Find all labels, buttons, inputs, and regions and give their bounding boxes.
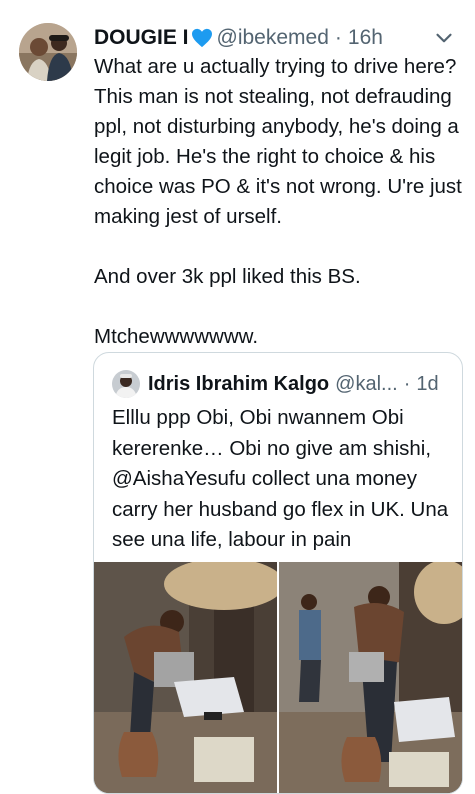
quoted-timestamp: 1d [416,372,439,395]
quoted-author-name: Idris Ibrahim Kalgo [148,372,330,395]
quoted-photo-2[interactable] [279,562,462,793]
author-avatar[interactable] [19,23,77,81]
quoted-tweet[interactable]: Idris Ibrahim Kalgo @kal... · 1d Elllu p… [93,352,463,794]
quoted-tweet-header: Idris Ibrahim Kalgo @kal... · 1d [112,367,452,401]
quoted-tweet-text: Elllu ppp Obi, Obi nwannem Obi kererenke… [112,406,449,551]
tweet[interactable]: DOUGIE I @ibekemed · 16h What are u actu… [0,0,475,794]
quoted-media-grid [94,562,462,793]
quoted-photo-1[interactable] [94,562,277,793]
tweet-text: What are u actually trying to drive here… [94,55,462,348]
separator-dot: · [334,26,342,49]
quoted-author-handle: @kal... [335,372,398,395]
author-handle[interactable]: @ibekemed [217,26,329,50]
tweet-header: DOUGIE I @ibekemed · 16h [94,23,465,53]
blue-heart-icon [191,28,212,48]
quoted-author-avatar [112,370,140,398]
separator-dot: · [403,372,411,395]
timestamp[interactable]: 16h [348,26,383,50]
author-name[interactable]: DOUGIE I [94,26,189,50]
chevron-down-icon[interactable] [431,25,457,51]
